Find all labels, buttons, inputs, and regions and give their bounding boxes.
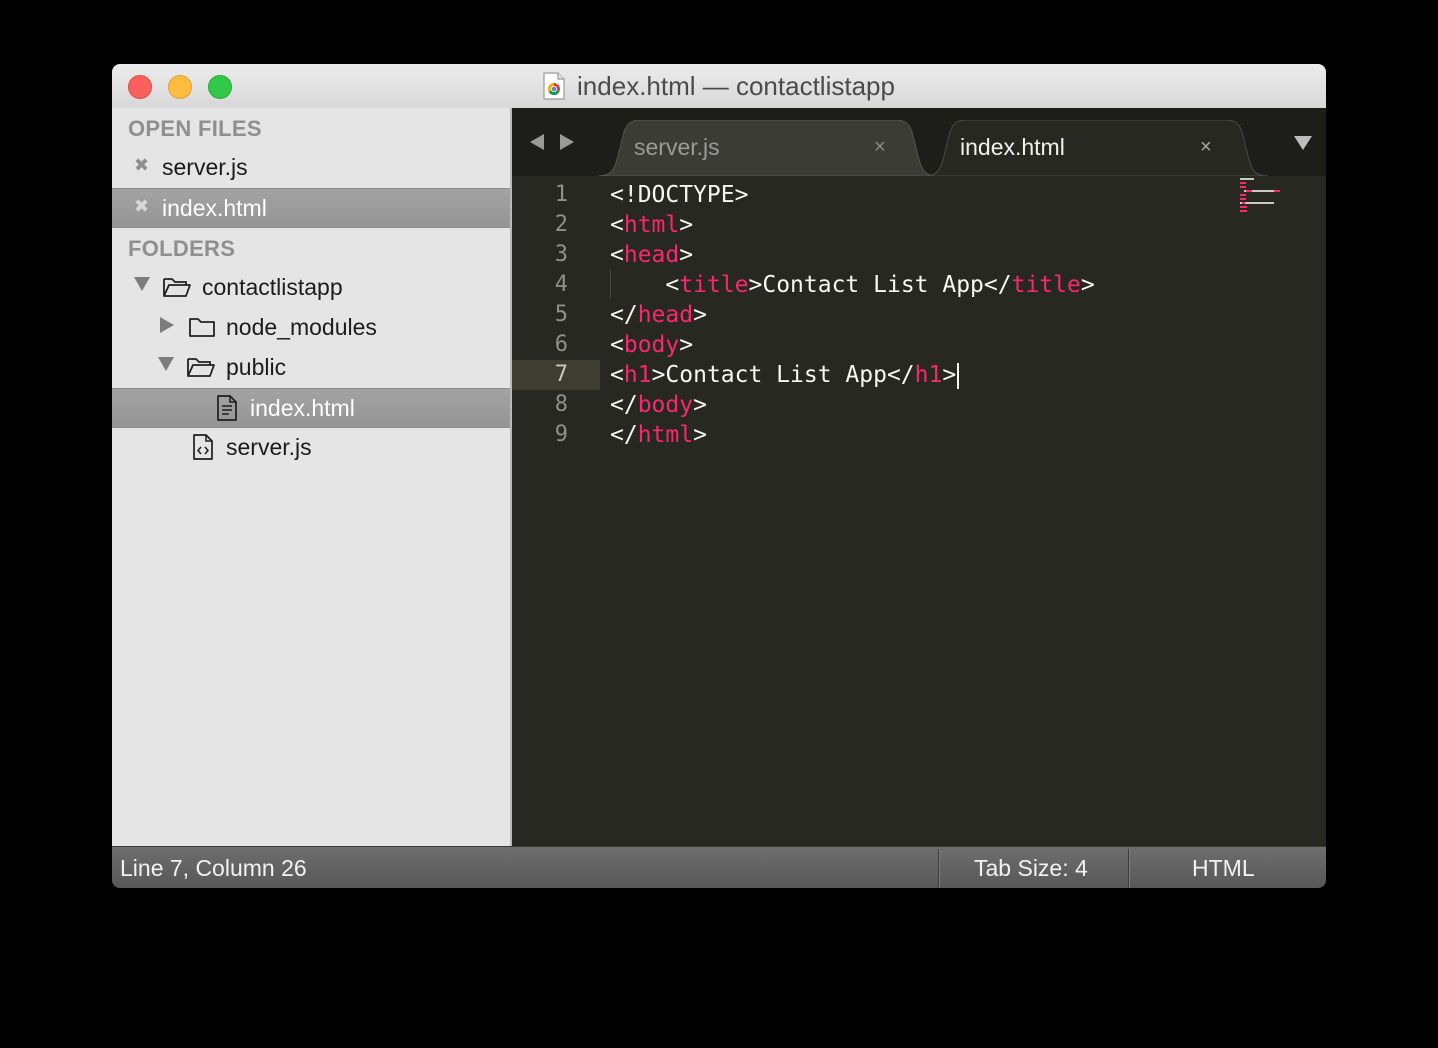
code-line[interactable]: <!DOCTYPE> xyxy=(610,180,748,210)
previous-tab-arrow-icon[interactable] xyxy=(530,134,544,150)
window-title: index.html — contactlistapp xyxy=(112,64,1326,108)
text-token: < xyxy=(610,362,624,388)
text-token: >Contact List App</ xyxy=(748,272,1012,298)
text-token: < xyxy=(610,212,624,238)
folder-icon xyxy=(189,318,215,337)
code-line[interactable]: </head> xyxy=(610,300,707,330)
tag-name-token: html xyxy=(623,212,680,238)
open-folder-icon xyxy=(187,358,215,377)
tree-file-server-js[interactable]: server.js xyxy=(112,428,510,468)
text-token: > xyxy=(679,242,694,268)
text-token: < xyxy=(610,242,624,268)
line-number: 8 xyxy=(554,392,568,417)
code-line[interactable]: <h1>Contact List App</h1> xyxy=(610,360,960,390)
status-divider xyxy=(938,849,940,888)
text-token: > xyxy=(693,302,707,328)
tag-name-token: title xyxy=(679,272,749,298)
tag-name-token: head xyxy=(637,302,694,328)
tab-label: index.html xyxy=(960,134,1065,160)
open-file-label: index.html xyxy=(162,195,267,221)
line-number: 9 xyxy=(554,422,568,447)
text-cursor xyxy=(957,362,960,389)
tab-label: server.js xyxy=(634,134,720,160)
tree-folder-node-modules[interactable]: node_modules xyxy=(112,308,510,348)
line-number: 1 xyxy=(554,182,568,207)
tree-label: contactlistapp xyxy=(202,274,343,300)
open-folder-icon xyxy=(163,278,191,297)
code-editor[interactable]: 123456789 <!DOCTYPE> <html> <head> <title>… xyxy=(512,176,1326,846)
line-number: 6 xyxy=(554,332,568,357)
folders-header: FOLDERS xyxy=(128,236,236,261)
line-number: 2 xyxy=(554,212,568,237)
editor-window: index.html — contactlistapp OPEN FILES ✖… xyxy=(112,64,1326,888)
open-file-label: server.js xyxy=(162,154,248,180)
tree-label: index.html xyxy=(250,395,355,421)
tree-folder-contactlistapp[interactable]: contactlistapp xyxy=(112,268,510,308)
text-token: > xyxy=(693,392,707,418)
code-line[interactable]: </body> xyxy=(610,390,707,420)
tab-menu-dropdown-icon[interactable] xyxy=(1294,136,1312,150)
line-number: 3 xyxy=(554,242,568,267)
disclosure-expanded-icon[interactable] xyxy=(158,357,174,371)
sidebar: OPEN FILES ✖ server.js ✖ index.html FOLD… xyxy=(112,108,512,846)
tag-name-token: h1 xyxy=(623,362,652,388)
text-token: < xyxy=(610,272,680,298)
minimap[interactable] xyxy=(1240,178,1310,218)
code-line[interactable]: <title>Contact List App</title> xyxy=(610,270,1095,300)
syntax-selector[interactable]: HTML xyxy=(1192,855,1255,882)
close-tab-icon[interactable]: × xyxy=(1200,136,1212,159)
text-token: </ xyxy=(610,392,638,418)
tree-label: public xyxy=(226,354,287,380)
status-divider xyxy=(1128,849,1130,888)
code-file-icon xyxy=(193,434,213,460)
text-token: <!DOCTYPE> xyxy=(610,182,749,208)
tree-file-index-html[interactable]: index.html xyxy=(112,388,510,428)
text-token: > xyxy=(679,332,694,358)
next-tab-arrow-icon[interactable] xyxy=(560,134,574,150)
code-line[interactable]: <head> xyxy=(610,240,693,270)
close-tab-icon[interactable]: × xyxy=(874,136,886,159)
tag-name-token: h1 xyxy=(914,362,943,388)
text-token: < xyxy=(610,332,624,358)
text-token: >Contact List App</ xyxy=(651,362,915,388)
code-line[interactable]: <html> xyxy=(610,210,693,240)
text-token: </ xyxy=(610,422,638,448)
open-file-item-selected[interactable]: ✖ index.html xyxy=(112,188,510,228)
disclosure-collapsed-icon[interactable] xyxy=(160,317,174,333)
html-file-icon xyxy=(217,395,237,421)
text-token: > xyxy=(942,362,957,388)
tab-size-selector[interactable]: Tab Size: 4 xyxy=(974,855,1088,882)
text-token: > xyxy=(693,422,707,448)
text-token: > xyxy=(679,212,694,238)
text-token: > xyxy=(1080,272,1095,298)
text-token: </ xyxy=(610,302,638,328)
close-file-icon[interactable]: ✖ xyxy=(134,155,149,176)
tree-label: server.js xyxy=(226,434,312,460)
status-bar: Line 7, Column 26 Tab Size: 4 HTML xyxy=(112,846,1326,888)
html-document-icon xyxy=(543,72,565,100)
tab-index-html[interactable]: index.html × xyxy=(924,120,1268,176)
open-file-item[interactable]: ✖ server.js xyxy=(112,148,510,188)
disclosure-expanded-icon[interactable] xyxy=(134,277,150,291)
tree-folder-public[interactable]: public xyxy=(112,348,510,388)
title-bar: index.html — contactlistapp xyxy=(112,64,1326,109)
tree-label: node_modules xyxy=(226,314,377,340)
tag-name-token: body xyxy=(623,332,680,358)
line-number: 4 xyxy=(554,272,568,297)
tab-bar: server.js × index.html × xyxy=(512,108,1326,176)
code-line[interactable]: <body> xyxy=(610,330,693,360)
close-file-icon[interactable]: ✖ xyxy=(134,196,149,217)
tag-name-token: html xyxy=(637,422,694,448)
code-line[interactable]: </html> xyxy=(610,420,707,450)
window-title-text: index.html — contactlistapp xyxy=(577,70,895,101)
tag-name-token: body xyxy=(637,392,694,418)
tab-server-js[interactable]: server.js × xyxy=(598,120,938,176)
line-number: 7 xyxy=(512,360,600,390)
tag-name-token: head xyxy=(623,242,680,268)
open-files-header: OPEN FILES xyxy=(128,116,262,141)
line-number: 5 xyxy=(554,302,568,327)
cursor-position: Line 7, Column 26 xyxy=(120,855,307,881)
tag-name-token: title xyxy=(1011,272,1081,298)
